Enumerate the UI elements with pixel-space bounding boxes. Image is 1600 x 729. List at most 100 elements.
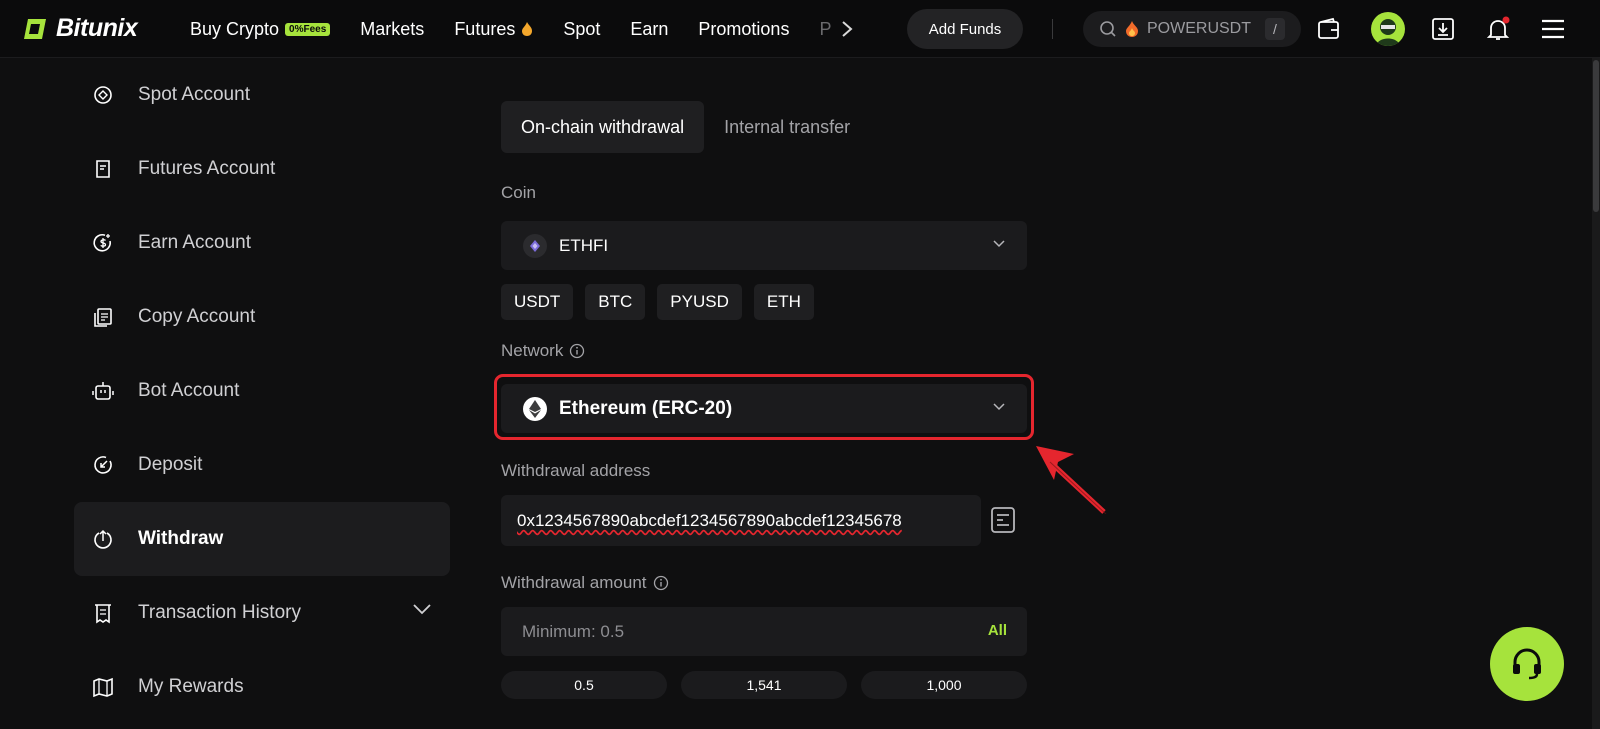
sidebar-item-label: Futures Account: [138, 158, 276, 179]
withdrawal-amount-label-text: Withdrawal amount: [501, 573, 647, 592]
account-sidebar: Spot Account Futures Account Earn Accoun…: [74, 58, 450, 729]
sidebar-item-bot-account[interactable]: Bot Account: [74, 354, 450, 428]
sidebar-item-earn-account[interactable]: Earn Account: [74, 206, 450, 280]
withdrawal-address-value: 0x1234567890abcdef1234567890abcdef123456…: [517, 510, 902, 530]
sidebar-item-label: Earn Account: [138, 232, 252, 253]
download-icon[interactable]: [1430, 16, 1456, 42]
page-scrollbar-thumb[interactable]: [1593, 60, 1599, 212]
main-nav: Buy Crypto 0%Fees Markets Futures Spot E…: [190, 0, 883, 58]
withdraw-form: On-chain withdrawal Internal transfer Co…: [494, 58, 1041, 729]
quick-amount-button[interactable]: 1,541: [681, 671, 847, 699]
nav-earn-label: Earn: [630, 18, 669, 39]
user-avatar[interactable]: [1371, 12, 1405, 46]
nav-earn[interactable]: Earn: [630, 19, 668, 40]
withdrawal-address-label-text: Withdrawal address: [501, 461, 651, 480]
nav-markets[interactable]: Markets: [360, 19, 424, 40]
brand-name: Bitunix: [56, 14, 138, 42]
search-suggestion: POWERUSDT: [1147, 20, 1251, 37]
quick-coin-btc[interactable]: BTC: [585, 284, 646, 320]
withdrawal-address-label: Withdrawal address: [501, 461, 650, 481]
withdrawal-amount-input[interactable]: Minimum: 0.5 All: [501, 607, 1027, 656]
withdraw-tabs: On-chain withdrawal Internal transfer: [501, 101, 870, 153]
withdraw-icon: [92, 528, 114, 550]
nav-markets-label: Markets: [360, 18, 425, 39]
search-icon: [1100, 21, 1116, 37]
bitunix-logo-icon: [24, 18, 46, 39]
sidebar-item-withdraw[interactable]: Withdraw: [74, 502, 450, 576]
chevron-down-icon: [993, 403, 1005, 411]
sidebar-item-label: My Rewards: [138, 676, 244, 697]
withdrawal-address-input[interactable]: 0x1234567890abcdef1234567890abcdef123456…: [501, 495, 981, 546]
sidebar-item-label: Withdraw: [138, 528, 224, 549]
quick-coin-list: USDT BTC PYUSD ETH: [501, 284, 814, 320]
tab-on-chain-withdrawal[interactable]: On-chain withdrawal: [501, 101, 705, 153]
customer-support-button[interactable]: [1490, 627, 1564, 701]
sidebar-item-label: Spot Account: [138, 84, 250, 105]
quick-amount-button[interactable]: 0.5: [501, 671, 667, 699]
nav-buy-crypto[interactable]: Buy Crypto 0%Fees: [190, 18, 331, 40]
quick-amount-list: 0.5 1,541 1,000: [501, 671, 1027, 699]
search-box[interactable]: POWERUSDT /: [1083, 11, 1301, 47]
nav-spot[interactable]: Spot: [563, 19, 600, 40]
chevron-down-icon: [993, 240, 1005, 248]
menu-icon[interactable]: [1540, 16, 1566, 42]
nav-futures-label: Futures: [454, 18, 516, 39]
withdrawal-amount-label: Withdrawal amount: [501, 573, 669, 593]
sidebar-item-deposit[interactable]: Deposit: [74, 428, 450, 502]
info-icon[interactable]: [653, 575, 669, 591]
futures-account-icon: [92, 158, 114, 180]
nav-promotions[interactable]: Promotions: [698, 19, 789, 40]
coin-select[interactable]: ETHFI: [501, 221, 1027, 270]
coin-label: Coin: [501, 183, 536, 203]
sidebar-item-spot-account[interactable]: Spot Account: [74, 58, 450, 132]
top-navbar: Bitunix Buy Crypto 0%Fees Markets Future…: [0, 0, 1600, 58]
nav-spot-label: Spot: [563, 18, 601, 39]
amount-placeholder: Minimum: 0.5: [522, 621, 625, 641]
tab-internal-transfer[interactable]: Internal transfer: [704, 101, 870, 153]
transaction-history-icon: [92, 602, 114, 624]
add-funds-button[interactable]: Add Funds: [907, 9, 1023, 49]
sidebar-item-futures-account[interactable]: Futures Account: [74, 132, 450, 206]
wallet-icon[interactable]: [1316, 16, 1342, 42]
quick-coin-usdt[interactable]: USDT: [501, 284, 574, 320]
bitunix-logo[interactable]: Bitunix: [22, 14, 138, 43]
network-label-text: Network: [501, 341, 564, 360]
sidebar-item-label: Bot Account: [138, 380, 240, 401]
spot-account-icon: [92, 84, 114, 106]
quick-coin-pyusd[interactable]: PYUSD: [657, 284, 742, 320]
ethfi-coin-icon: [523, 233, 547, 258]
sidebar-item-label: Transaction History: [138, 602, 301, 623]
notification-bell-icon[interactable]: [1485, 16, 1511, 42]
sidebar-item-my-rewards[interactable]: My Rewards: [74, 650, 450, 724]
earn-account-icon: [92, 232, 114, 254]
quick-amount-button[interactable]: 1,000: [861, 671, 1027, 699]
address-book-icon[interactable]: [990, 506, 1016, 534]
deposit-icon: [92, 454, 114, 476]
info-icon[interactable]: [569, 343, 585, 359]
nav-overflow-label: P: [819, 18, 832, 39]
coin-label-text: Coin: [501, 183, 536, 202]
hot-flame-icon: [1126, 21, 1138, 37]
flame-icon: [522, 22, 533, 36]
network-select-value: Ethereum (ERC-20): [559, 397, 733, 419]
bot-account-icon: [92, 380, 114, 402]
headset-icon: [1513, 648, 1541, 680]
rewards-icon: [92, 676, 114, 698]
nav-promotions-label: Promotions: [698, 18, 790, 39]
chevron-right-icon[interactable]: [841, 20, 853, 38]
annotation-arrow-icon: [1036, 446, 1107, 514]
copy-account-icon: [92, 306, 114, 328]
nav-buy-crypto-label: Buy Crypto: [190, 18, 280, 39]
sidebar-item-label: Copy Account: [138, 306, 256, 327]
network-select[interactable]: Ethereum (ERC-20): [501, 384, 1027, 433]
coin-select-value: ETHFI: [559, 235, 609, 255]
amount-all-button[interactable]: All: [988, 622, 1007, 639]
nav-futures[interactable]: Futures: [454, 19, 533, 40]
nav-overflow[interactable]: P: [819, 19, 853, 40]
sidebar-item-label: Deposit: [138, 454, 203, 475]
sidebar-item-transaction-history[interactable]: Transaction History: [74, 576, 450, 650]
network-label: Network: [501, 341, 585, 361]
sidebar-item-copy-account[interactable]: Copy Account: [74, 280, 450, 354]
quick-coin-eth[interactable]: ETH: [753, 284, 814, 320]
chevron-down-icon[interactable]: [412, 603, 432, 615]
